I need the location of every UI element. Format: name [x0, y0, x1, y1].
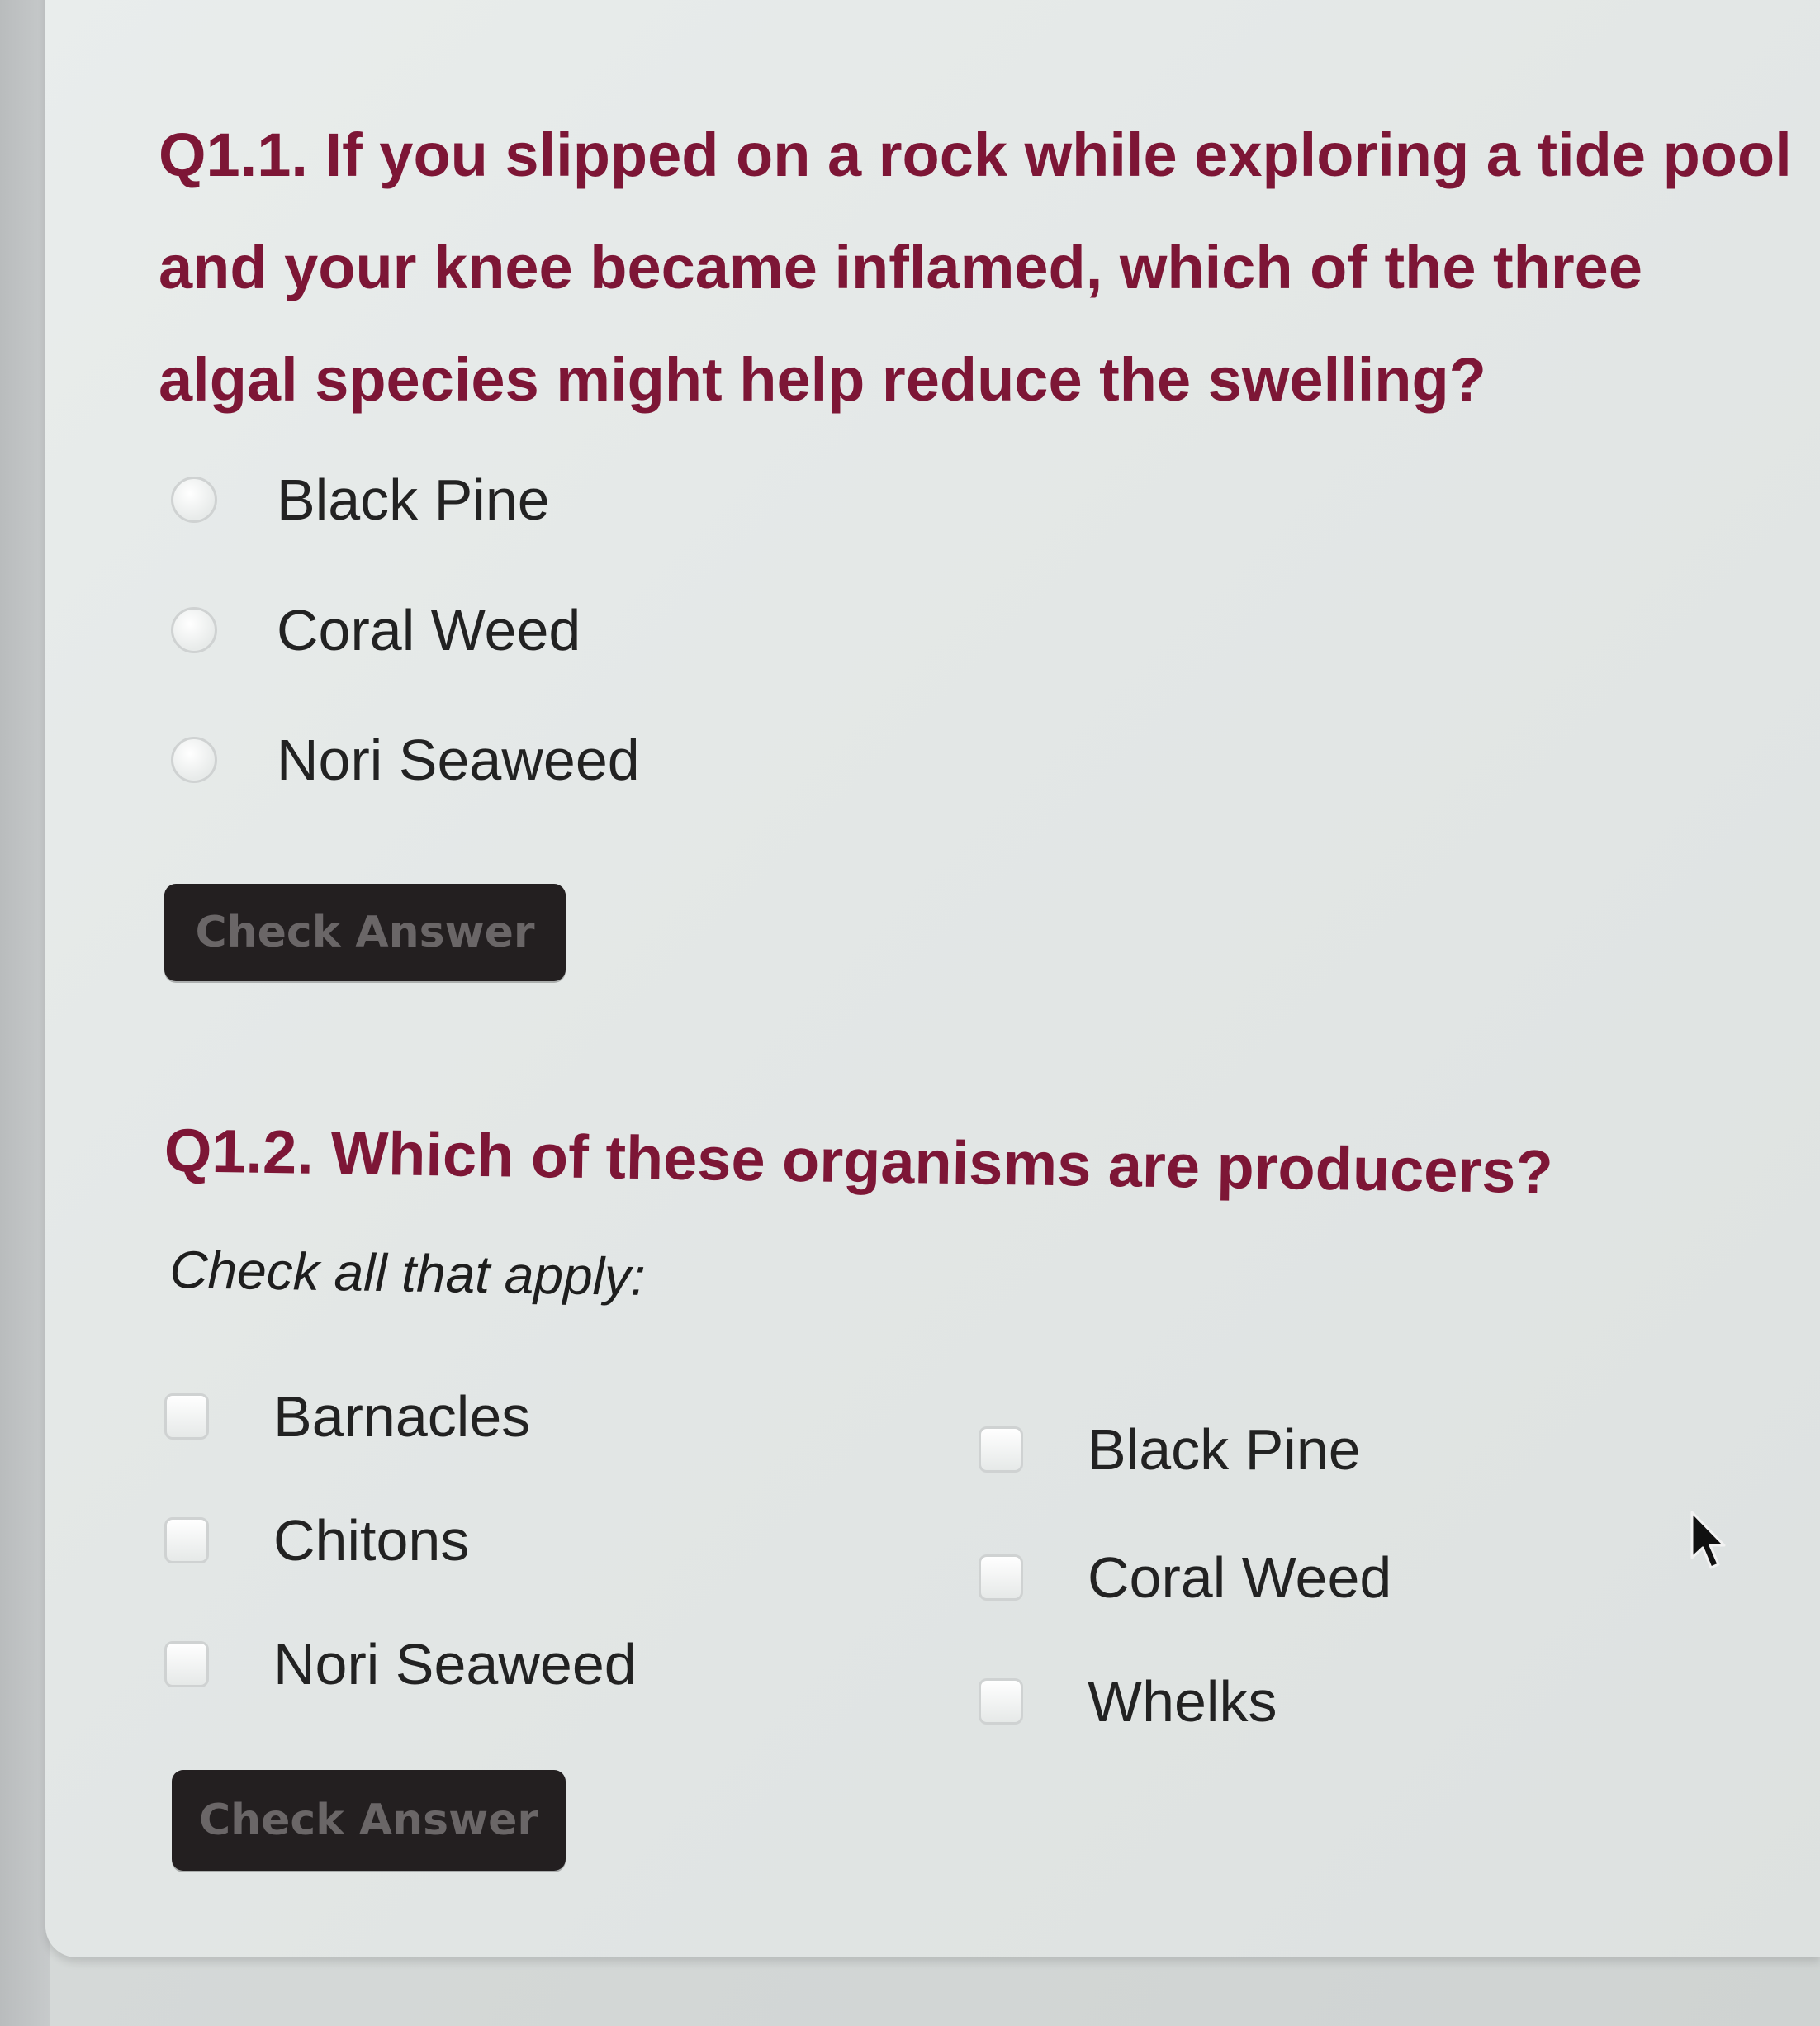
option-label: Chitons: [273, 1508, 470, 1573]
option-label: Coral Weed: [1088, 1545, 1392, 1610]
option-label: Barnacles: [273, 1384, 531, 1449]
question-1-1-title: Q1.1. If you slipped on a rock while exp…: [159, 121, 1792, 414]
quiz-page: Q1.1. If you slipped on a rock while exp…: [0, 0, 1820, 2026]
checkbox[interactable]: [164, 1393, 209, 1440]
q1-option-nori-seaweed[interactable]: Nori Seaweed: [171, 731, 640, 789]
radio-button[interactable]: [171, 737, 217, 783]
option-label: Nori Seaweed: [277, 728, 640, 792]
radio-button[interactable]: [171, 607, 217, 653]
q1-option-black-pine[interactable]: Black Pine: [171, 471, 550, 529]
option-label: Whelks: [1088, 1669, 1277, 1734]
q2-check-answer-button[interactable]: Check Answer: [172, 1770, 566, 1871]
q2-option-chitons[interactable]: Chitons: [164, 1511, 469, 1569]
option-label: Nori Seaweed: [273, 1632, 637, 1696]
q1-check-answer-button[interactable]: Check Answer: [164, 884, 566, 981]
checkbox[interactable]: [164, 1517, 209, 1563]
arrow-cursor-icon: [1690, 1511, 1726, 1569]
checkbox[interactable]: [979, 1678, 1023, 1725]
question-1-2-title: Q1.2. Which of these organisms are produ…: [164, 1115, 1554, 1207]
q2-option-coral-weed[interactable]: Coral Weed: [979, 1549, 1391, 1606]
checkbox[interactable]: [979, 1554, 1023, 1601]
checkbox[interactable]: [164, 1641, 209, 1687]
q2-option-nori-seaweed[interactable]: Nori Seaweed: [164, 1635, 637, 1693]
q2-option-whelks[interactable]: Whelks: [979, 1673, 1277, 1730]
check-all-instruction: Check all that apply:: [168, 1239, 647, 1307]
checkbox[interactable]: [979, 1426, 1023, 1473]
option-label: Black Pine: [1088, 1417, 1361, 1482]
q2-option-black-pine[interactable]: Black Pine: [979, 1421, 1361, 1478]
option-label: Black Pine: [277, 467, 550, 532]
option-label: Coral Weed: [277, 598, 581, 662]
radio-button[interactable]: [171, 477, 217, 523]
q2-option-barnacles[interactable]: Barnacles: [164, 1388, 530, 1445]
q1-option-coral-weed[interactable]: Coral Weed: [171, 601, 581, 659]
